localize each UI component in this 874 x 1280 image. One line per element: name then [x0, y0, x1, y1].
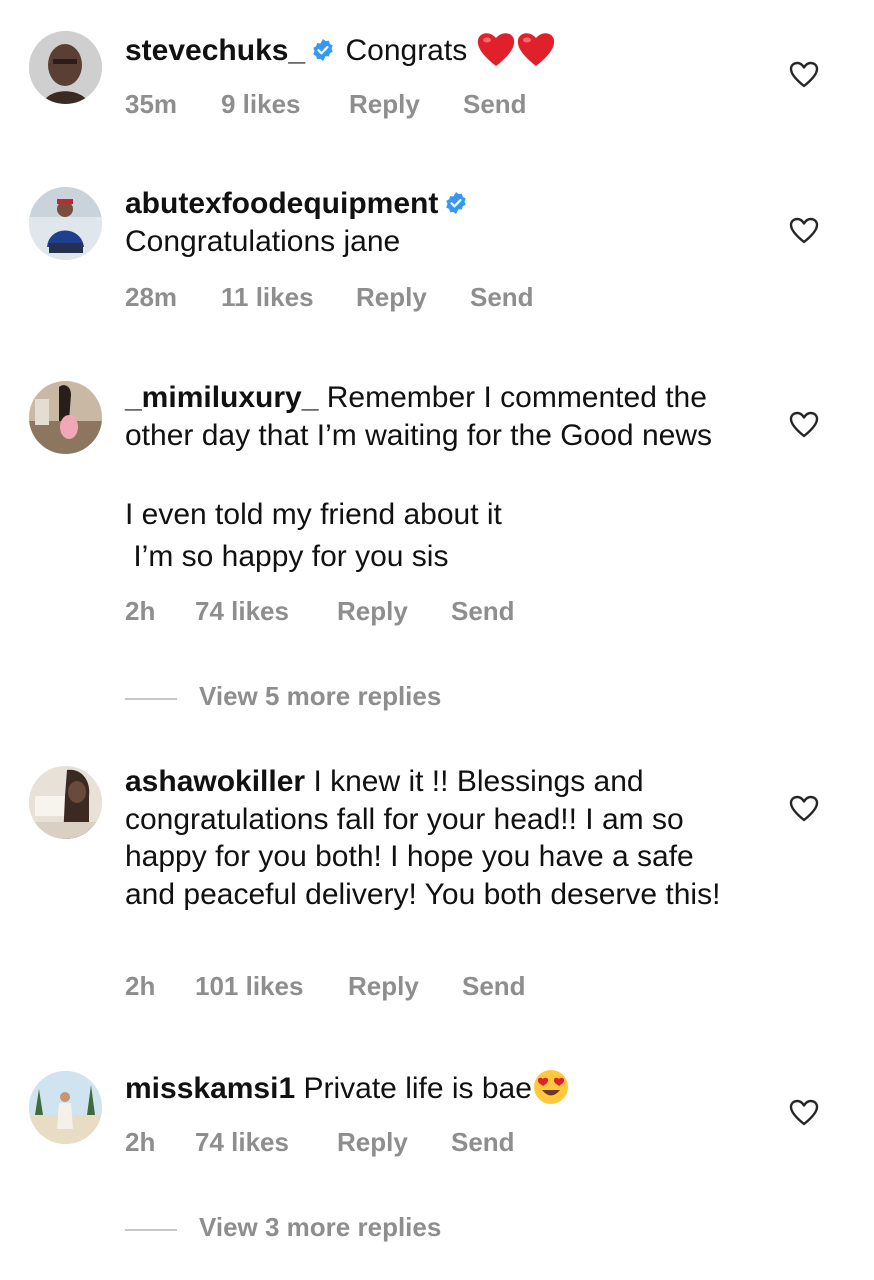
comment-time: 2h [125, 596, 156, 626]
comment-username[interactable]: abutexfoodequipment [125, 187, 438, 220]
reply-button[interactable]: Reply [348, 971, 419, 1002]
send-button[interactable]: Send [451, 596, 515, 627]
comment-body: Congratulations jane [125, 224, 401, 258]
send-button[interactable]: Send [462, 971, 526, 1002]
comment-text-line: I even told my friend about it [125, 498, 502, 531]
like-heart-icon[interactable] [789, 411, 819, 438]
comment-username[interactable]: _mimiluxury_ [125, 381, 318, 414]
comment-time: 2h [125, 1127, 156, 1157]
red-heart-icon [516, 30, 556, 78]
comment-username[interactable]: ashawokiller [125, 765, 305, 798]
avatar[interactable] [29, 381, 102, 454]
avatar[interactable] [29, 187, 102, 260]
heart-eyes-face-icon [532, 1068, 570, 1116]
likes-count[interactable]: 101 likes [195, 971, 303, 1002]
likes-count[interactable]: 9 likes [221, 89, 301, 120]
reply-button[interactable]: Reply [356, 282, 427, 313]
likes-count[interactable]: 74 likes [195, 596, 289, 627]
likes-count[interactable]: 11 likes [221, 282, 314, 313]
reply-button[interactable]: Reply [337, 596, 408, 627]
send-button[interactable]: Send [463, 89, 527, 120]
reply-button[interactable]: Reply [349, 89, 420, 120]
like-heart-icon[interactable] [789, 217, 819, 244]
view-more-replies-label[interactable]: View 5 more replies [199, 681, 441, 712]
verified-badge-icon [311, 38, 335, 62]
divider [125, 698, 177, 700]
like-heart-icon[interactable] [789, 61, 819, 88]
reply-button[interactable]: Reply [337, 1127, 408, 1158]
verified-badge-icon [444, 191, 468, 215]
avatar[interactable] [29, 31, 102, 104]
likes-count[interactable]: 74 likes [195, 1127, 289, 1158]
send-button[interactable]: Send [451, 1127, 515, 1158]
comment-text-block: misskamsi1 Private life is bae [125, 1068, 745, 1116]
divider [125, 1229, 177, 1231]
send-button[interactable]: Send [470, 282, 534, 313]
like-heart-icon[interactable] [789, 1099, 819, 1126]
comment-text-block: ashawokiller I knew it !! Blessings and … [125, 763, 745, 913]
avatar[interactable] [29, 766, 102, 839]
comment-text-line: I’m so happy for you sis [125, 540, 449, 573]
like-heart-icon[interactable] [789, 795, 819, 822]
comment-text-block: abutexfoodequipment Congratulations jane [125, 185, 745, 260]
red-heart-icon [476, 30, 516, 78]
comment-text-block: _mimiluxury_ Remember I commented the ot… [125, 379, 745, 454]
comment-time: 28m [125, 282, 178, 312]
comment-body: Private life is bae [303, 1072, 532, 1105]
avatar[interactable] [29, 1071, 102, 1144]
comment-time: 35m [125, 89, 178, 119]
comment-time: 2h [125, 971, 156, 1001]
comment-username[interactable]: misskamsi1 [125, 1072, 295, 1105]
comment-text-block: stevechuks_ Congrats [125, 30, 745, 78]
view-more-replies-label[interactable]: View 3 more replies [199, 1212, 441, 1243]
comment-body: Congrats [345, 34, 468, 67]
comment-username[interactable]: stevechuks_ [125, 34, 305, 67]
